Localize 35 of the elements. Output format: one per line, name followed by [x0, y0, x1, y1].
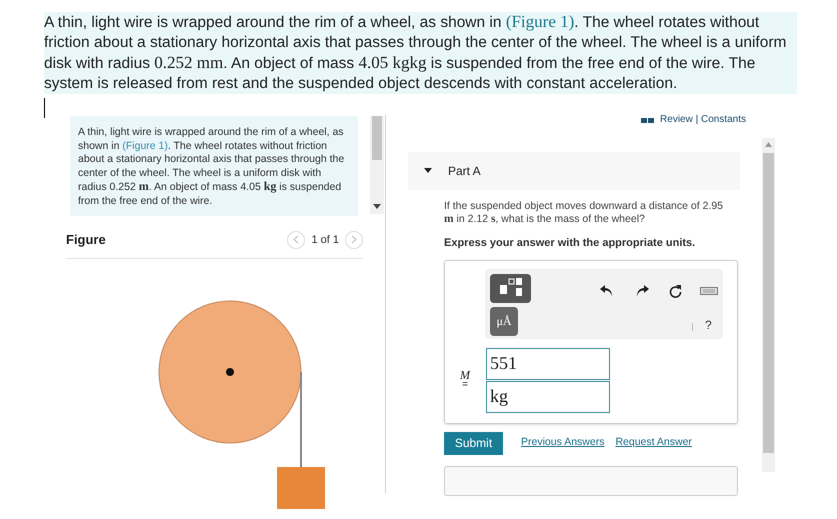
variable-label: M	[460, 370, 470, 380]
page-counter: 1 of 1	[311, 232, 339, 248]
templates-icon	[498, 278, 522, 298]
problem-paragraph: A thin, light wire is wrapped around the rim of a wheel, as shown in (Figure 1). The wheel rotates without friction about a stationary horizontal axis that passes through the center of the wheel. The wheel is a uniform disk with radius 0.252 mm. An object of mass 4.05 kgkg is suspended from the free end of the wire. The system is released from rest and the suspended object descends with constant acceleration.	[44, 12, 797, 94]
chevron-right-icon	[351, 235, 357, 244]
review-constants-link[interactable]: Review | Constants	[660, 115, 746, 125]
submit-button[interactable]: Submit	[444, 432, 503, 454]
toolbar-divider	[692, 322, 693, 330]
figure-title: Figure	[66, 231, 106, 249]
equals-sign: =	[462, 380, 468, 390]
text-cursor	[44, 98, 45, 118]
book-icon	[641, 118, 654, 122]
scroll-up-icon[interactable]	[765, 142, 772, 147]
templates-button[interactable]	[490, 274, 531, 302]
value-field[interactable]: 551	[486, 348, 610, 380]
scroll-down-icon[interactable]	[373, 204, 381, 210]
instruction-text: Express your answer with the appropriate units.	[444, 236, 696, 251]
question-text: If the suspended object moves downward a distance of 2.95 m in 2.12 s, what is the mass of the wheel?	[444, 200, 724, 226]
figure-link[interactable]: (Figure 1)	[122, 140, 168, 152]
figure-link[interactable]: (Figure 1)	[506, 12, 574, 31]
scrollbar[interactable]	[762, 138, 775, 472]
problem-box: A thin, light wire is wrapped around the rim of a wheel, as shown in (Figure 1). The wheel rotates without friction about a stationary horizontal axis that passes through the center of the wheel. The wheel is a uniform disk with radius 0.252 m. An object of mass 4.05 kg is suspended from the free end of the wire.	[70, 116, 358, 216]
answer-link[interactable]: Request Answer	[615, 435, 692, 451]
chevron-left-icon	[293, 235, 300, 244]
reset-icon[interactable]	[669, 284, 682, 298]
help-button[interactable]: ?	[705, 316, 712, 334]
units-field[interactable]: kg	[486, 380, 610, 412]
undo-icon[interactable]	[600, 284, 613, 296]
part-title: Part A	[448, 163, 481, 180]
units-button[interactable]: μÅ	[490, 306, 518, 336]
redo-icon[interactable]	[636, 284, 649, 296]
part-header[interactable]: Part A	[408, 152, 740, 190]
scrollbar[interactable]	[370, 116, 384, 214]
keyboard-icon[interactable]	[700, 286, 718, 294]
answer-link[interactable]: Previous Answers	[521, 435, 604, 451]
